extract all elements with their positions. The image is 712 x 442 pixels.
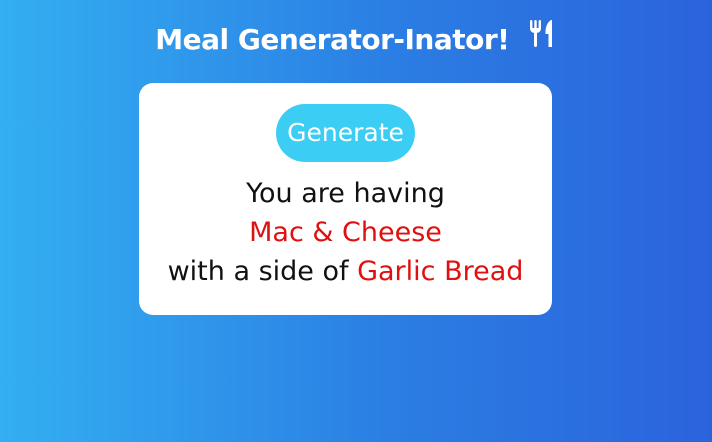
generate-button[interactable]: Generate	[276, 104, 415, 162]
side-line: with a side of Garlic Bread	[139, 254, 552, 290]
fork-and-knife-icon	[527, 18, 557, 59]
page-title: Meal Generator-Inator!	[155, 23, 510, 56]
main-dish: Mac & Cheese	[249, 217, 442, 248]
side-prefix: with a side of	[167, 256, 349, 287]
page-title-row: Meal Generator-Inator!	[0, 18, 712, 60]
intro-text: You are having	[246, 178, 445, 209]
meal-card: Generate You are having Mac & Cheese wit…	[139, 83, 552, 315]
side-dish: Garlic Bread	[357, 256, 524, 287]
